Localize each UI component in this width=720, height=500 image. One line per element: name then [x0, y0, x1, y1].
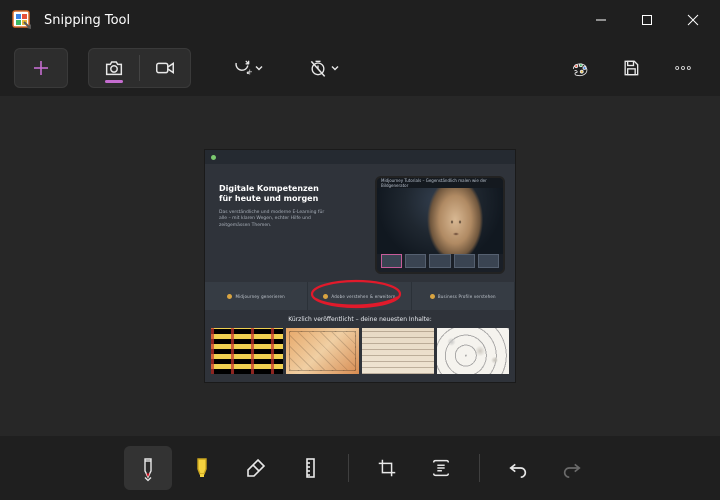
title-bar: Snipping Tool	[0, 0, 720, 40]
snip-shape-dropdown[interactable]: +	[225, 48, 271, 88]
pen-tool[interactable]	[124, 446, 172, 490]
more-options-button[interactable]	[660, 48, 706, 88]
screenshot-section-title: Kürzlich veröffentlicht – deine neuesten…	[205, 310, 515, 328]
text-actions-tool[interactable]	[417, 446, 465, 490]
app-title: Snipping Tool	[44, 13, 130, 28]
edit-in-paint-button[interactable]	[556, 48, 602, 88]
captured-screenshot: Digitale Kompetenzen für heute und morge…	[205, 150, 515, 382]
screenshot-feature-band: Midjourney generieren Adobe verstehen & …	[205, 282, 515, 310]
screenshot-header	[205, 150, 515, 164]
screenshot-hero: Digitale Kompetenzen für heute und morge…	[205, 164, 515, 282]
screenshot-subtext: Das verständliche und moderne E-Learning…	[219, 210, 329, 229]
crop-tool[interactable]	[363, 446, 411, 490]
bottom-toolbar	[0, 436, 720, 500]
save-button[interactable]	[608, 48, 654, 88]
screenshot-card-row	[205, 328, 515, 378]
mode-active-indicator	[105, 80, 123, 83]
screenshot-headline: Digitale Kompetenzen für heute und morge…	[219, 184, 329, 204]
toolbar-separator	[479, 454, 480, 482]
canvas-area[interactable]: Digitale Kompetenzen für heute und morge…	[0, 96, 720, 436]
snapshot-mode-button[interactable]	[89, 49, 139, 87]
svg-text:+: +	[247, 68, 252, 77]
capture-mode-group	[88, 48, 191, 88]
chevron-down-icon	[143, 468, 153, 487]
app-icon	[10, 8, 34, 32]
redo-button[interactable]	[548, 446, 596, 490]
toolbar-separator	[348, 454, 349, 482]
close-button[interactable]	[670, 0, 716, 40]
record-mode-button[interactable]	[140, 49, 190, 87]
ruler-tool[interactable]	[286, 446, 334, 490]
highlighter-tool[interactable]	[178, 446, 226, 490]
top-toolbar: +	[0, 40, 720, 96]
minimize-button[interactable]	[578, 0, 624, 40]
undo-button[interactable]	[494, 446, 542, 490]
new-snip-button[interactable]	[14, 48, 68, 88]
delay-dropdown[interactable]	[301, 48, 347, 88]
eraser-tool[interactable]	[232, 446, 280, 490]
screenshot-tablet: Midjourney Tutorials – Gegenständlich ma…	[375, 176, 505, 274]
maximize-button[interactable]	[624, 0, 670, 40]
